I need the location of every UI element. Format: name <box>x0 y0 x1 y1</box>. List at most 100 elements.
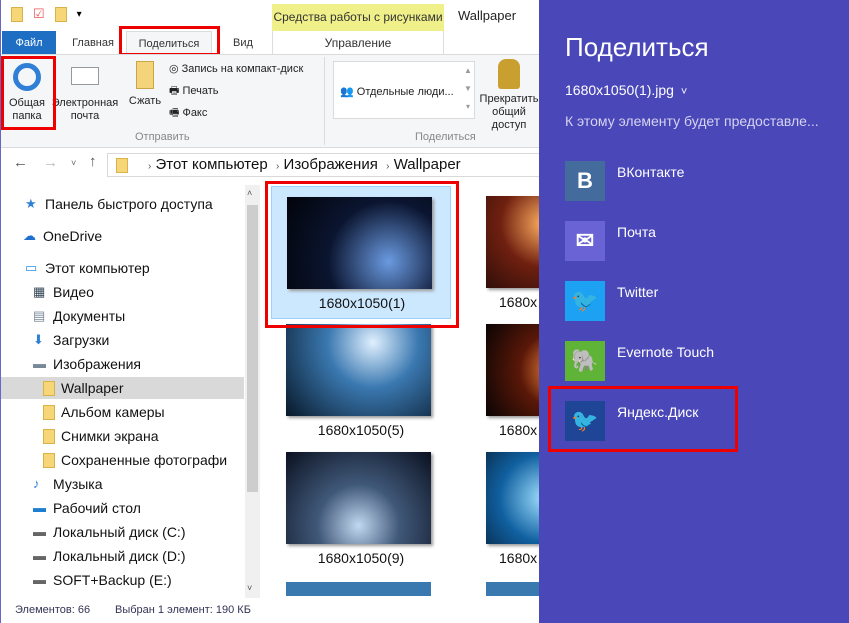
share-target-label: Evernote Touch <box>617 344 715 360</box>
nav-item-label: Загрузки <box>53 332 110 348</box>
share-target[interactable]: 🐘 Evernote Touch <box>539 341 839 385</box>
up-icon[interactable]: ↑ <box>89 153 97 170</box>
tab-file[interactable]: Файл <box>2 31 56 55</box>
burn-disc-button[interactable]: ◎ Запись на компакт-диск <box>169 63 303 76</box>
file-explorer-window: ☑ ▾ Средства работы с рисунками Управлен… <box>0 0 540 623</box>
zip-icon <box>136 61 154 89</box>
music-icon: ♪ <box>33 476 40 491</box>
new-folder-icon[interactable] <box>54 6 67 22</box>
file-thumbnail[interactable]: 1680x <box>471 314 540 447</box>
folder-icon[interactable] <box>11 6 23 22</box>
nav-item-label: Рабочий стол <box>53 500 141 516</box>
nav-item[interactable]: ▤ Документы <box>1 305 125 327</box>
share-title: Поделиться <box>565 32 709 62</box>
folder-icon <box>43 404 55 420</box>
group-label-share: Поделиться <box>415 131 476 143</box>
folder-icon <box>43 380 55 396</box>
vk-icon: B <box>565 161 605 201</box>
divider <box>324 57 325 145</box>
nav-item-label: OneDrive <box>43 228 103 244</box>
nav-item[interactable]: Wallpaper <box>1 377 244 399</box>
share-target-label: Twitter <box>617 284 659 300</box>
breadcrumb-item[interactable]: Изображения <box>284 156 378 173</box>
file-name: 1680x1050(9) <box>317 550 405 566</box>
image-preview[interactable] <box>286 582 431 596</box>
item-count: Элементов: 66 <box>15 604 91 616</box>
quick-access-toolbar: ☑ ▾ <box>11 6 82 22</box>
nav-item[interactable]: ▬ Локальный диск (D:) <box>1 545 186 567</box>
nav-item-label: Локальный диск (D:) <box>53 548 186 564</box>
properties-icon[interactable]: ☑ <box>33 6 45 22</box>
image-preview <box>486 196 540 288</box>
back-icon[interactable]: ← <box>13 154 28 171</box>
highlight-box <box>1 56 56 130</box>
email-button[interactable]: Электронная почта <box>49 65 121 123</box>
nav-scrollbar[interactable]: ˄ ˅ <box>245 185 260 598</box>
highlight-box <box>265 181 459 328</box>
nav-item-label: Сохраненные фотографи <box>61 452 228 468</box>
nav-item-label: Wallpaper <box>61 380 124 396</box>
address-bar[interactable]: › Этот компьютер › Изображения › Wallpap… <box>107 153 540 177</box>
customize-dropdown-icon[interactable]: ▾ <box>77 9 82 20</box>
scrollbar-thumb[interactable] <box>247 205 258 492</box>
status-bar: Элементов: 66 Выбран 1 элемент: 190 КБ <box>1 598 540 623</box>
zip-button[interactable]: Сжать <box>125 61 165 108</box>
shared-file-dropdown[interactable]: 1680x1050(1).jpg ˅ <box>565 82 687 98</box>
print-button[interactable]: 🖶 Печать <box>169 85 219 98</box>
nav-item[interactable]: Альбом камеры <box>1 401 165 423</box>
nav-item[interactable]: ▬ SOFT+Backup (E:) <box>1 569 172 591</box>
group-label-send: Отправить <box>135 131 190 143</box>
stop-sharing-button[interactable]: Прекратить общий доступ <box>479 59 539 132</box>
share-target[interactable]: 🐦 Twitter <box>539 281 839 325</box>
tab-view[interactable]: Вид <box>223 31 263 55</box>
fax-button[interactable]: 🖷 Факс <box>169 107 207 120</box>
nav-item[interactable]: ★ Панель быстрого доступа <box>1 193 213 215</box>
share-with-list[interactable]: 👥 Отдельные люди... ▲ ▼ ▾ <box>333 61 475 119</box>
nav-item[interactable]: Снимки экрана <box>1 425 158 447</box>
nav-item-label: Локальный диск (C:) <box>53 524 186 540</box>
file-thumbnail[interactable]: 1680x <box>471 442 540 575</box>
breadcrumb-item[interactable]: Этот компьютер <box>156 156 268 173</box>
people-item[interactable]: 👥 Отдельные люди... <box>340 86 454 99</box>
file-thumbnail[interactable]: 1680x1050(9) <box>271 442 451 575</box>
nav-item[interactable]: Сохраненные фотографи <box>1 449 227 471</box>
download-icon: ⬇ <box>33 332 44 347</box>
nav-item[interactable]: ▦ Видео <box>1 281 94 303</box>
image-preview <box>486 452 540 544</box>
file-thumbnail[interactable]: 1680x <box>471 186 540 319</box>
breadcrumb-item[interactable]: Wallpaper <box>394 156 461 173</box>
nav-item[interactable]: ▬ Рабочий стол <box>1 497 141 519</box>
nav-item[interactable]: ☁ OneDrive <box>1 225 102 247</box>
folder-icon <box>43 452 55 468</box>
drive-icon: ▬ <box>33 524 46 539</box>
nav-item[interactable]: ▬ Изображения <box>1 353 141 375</box>
share-target-label: Почта <box>617 224 656 240</box>
file-name: 1680x1050(5) <box>317 422 405 438</box>
share-target[interactable]: ✉ Почта <box>539 221 839 265</box>
list-scroll[interactable]: ▲ ▼ ▾ <box>462 62 474 118</box>
selection-info: Выбран 1 элемент: 190 КБ <box>115 604 251 616</box>
folder-icon <box>116 158 128 173</box>
mail-icon: ✉ <box>565 221 605 261</box>
tab-manage[interactable]: Управление <box>272 31 444 55</box>
twitter-icon: 🐦 <box>565 281 605 321</box>
star-icon: ★ <box>25 196 37 211</box>
nav-item[interactable]: ▬ Локальный диск (C:) <box>1 521 186 543</box>
highlight-box <box>119 26 220 56</box>
nav-item-label: Этот компьютер <box>45 260 150 276</box>
image-preview[interactable] <box>486 582 540 596</box>
forward-icon[interactable]: → <box>43 154 58 171</box>
share-charm-panel: Поделиться 1680x1050(1).jpg ˅ К этому эл… <box>539 0 849 623</box>
computer-icon: ▭ <box>25 260 38 275</box>
file-thumbnail[interactable]: 1680x1050(5) <box>271 314 451 447</box>
nav-item[interactable]: ⬇ Загрузки <box>1 329 109 351</box>
file-name: 1680x <box>499 422 538 438</box>
nav-item-label: Альбом камеры <box>61 404 165 420</box>
nav-item[interactable]: ♪ Музыка <box>1 473 103 495</box>
recent-dropdown-icon[interactable]: ˅ <box>71 158 76 168</box>
share-target[interactable]: B ВКонтакте <box>539 161 839 205</box>
file-name: 1680x <box>499 550 538 566</box>
video-icon: ▦ <box>33 284 46 299</box>
tab-home[interactable]: Главная <box>63 31 123 55</box>
nav-item[interactable]: ▭ Этот компьютер <box>1 257 150 279</box>
